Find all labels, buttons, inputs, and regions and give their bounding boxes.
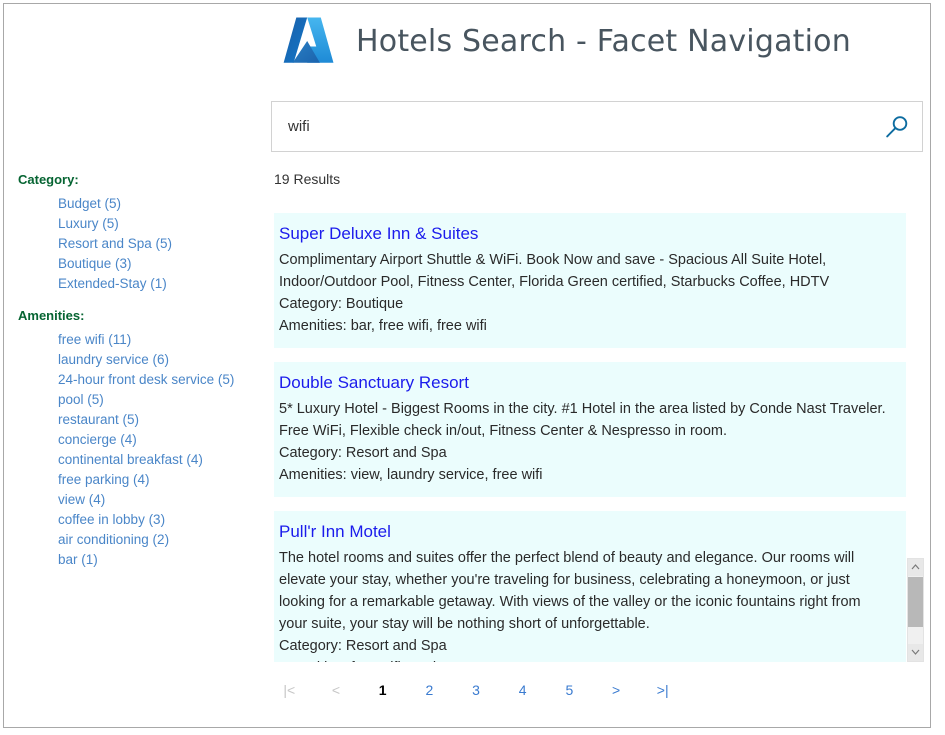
list-item: pool (5) [58,390,262,410]
result-title-link[interactable]: Pull'r Inn Motel [279,520,892,544]
facet-item-24-hour-front-desk-service[interactable]: 24-hour front desk service (5) [58,372,234,387]
result-card[interactable]: Super Deluxe Inn & Suites Complimentary … [274,213,906,348]
pagination-next[interactable]: > [593,680,640,700]
facet-item-laundry-service[interactable]: laundry service (6) [58,352,169,367]
results-scroll-region[interactable]: Super Deluxe Inn & Suites Complimentary … [274,213,906,662]
result-title-link[interactable]: Super Deluxe Inn & Suites [279,222,892,246]
pagination-last[interactable]: >| [639,680,686,700]
page-title: Hotels Search - Facet Navigation [356,24,851,59]
list-item: free wifi (11) [58,330,262,350]
facet-list-category: Budget (5) Luxury (5) Resort and Spa (5)… [18,194,262,294]
facet-item-bar[interactable]: bar (1) [58,552,98,567]
facet-item-restaurant[interactable]: restaurant (5) [58,412,139,427]
facet-item-extended-stay[interactable]: Extended-Stay (1) [58,276,167,291]
facet-list-amenities: free wifi (11) laundry service (6) 24-ho… [18,330,262,570]
list-item: restaurant (5) [58,410,262,430]
list-item: laundry service (6) [58,350,262,370]
pagination: |< < 1 2 3 4 5 > >| [266,680,686,700]
list-item: coffee in lobby (3) [58,510,262,530]
facet-item-resort-and-spa[interactable]: Resort and Spa (5) [58,236,172,251]
result-amenities: Amenities: free wifi, pool, restaurant [279,657,892,662]
list-item: Extended-Stay (1) [58,274,262,294]
facet-item-budget[interactable]: Budget (5) [58,196,121,211]
facet-group-amenities: Amenities: free wifi (11) laundry servic… [18,308,262,570]
list-item: free parking (4) [58,470,262,490]
pagination-page-2[interactable]: 2 [406,680,453,700]
result-category: Category: Resort and Spa [279,442,892,464]
chevron-down-icon [908,649,923,655]
list-item: Resort and Spa (5) [58,234,262,254]
facet-heading-category: Category: [18,172,262,188]
list-item: concierge (4) [58,430,262,450]
facet-item-free-wifi[interactable]: free wifi (11) [58,332,131,347]
facet-item-boutique[interactable]: Boutique (3) [58,256,132,271]
facet-navigation: Category: Budget (5) Luxury (5) Resort a… [18,172,262,584]
page-frame: Hotels Search - Facet Navigation 19 Resu… [3,3,931,728]
chevron-up-icon [908,564,923,570]
facet-item-coffee-in-lobby[interactable]: coffee in lobby (3) [58,512,165,527]
list-item: continental breakfast (4) [58,450,262,470]
azure-logo-icon [280,12,338,70]
facet-item-luxury[interactable]: Luxury (5) [58,216,119,231]
pagination-page-1: 1 [359,680,406,700]
result-title-link[interactable]: Double Sanctuary Resort [279,371,892,395]
app-header: Hotels Search - Facet Navigation [280,12,851,70]
list-item: Boutique (3) [58,254,262,274]
result-description: Complimentary Airport Shuttle & WiFi. Bo… [279,249,892,293]
result-category: Category: Boutique [279,293,892,315]
pagination-page-5[interactable]: 5 [546,680,593,700]
result-description: The hotel rooms and suites offer the per… [279,547,892,635]
result-amenities: Amenities: bar, free wifi, free wifi [279,315,892,337]
search-input[interactable] [272,102,872,151]
facet-item-air-conditioning[interactable]: air conditioning (2) [58,532,169,547]
pagination-first[interactable]: |< [266,680,313,700]
pagination-page-4[interactable]: 4 [499,680,546,700]
facet-item-view[interactable]: view (4) [58,492,105,507]
results-scrollbar[interactable] [907,558,924,662]
result-amenities: Amenities: view, laundry service, free w… [279,464,892,486]
facet-item-concierge[interactable]: concierge (4) [58,432,137,447]
result-description: 5* Luxury Hotel - Biggest Rooms in the c… [279,398,892,442]
scrollbar-down-button[interactable] [908,644,923,661]
facet-group-category: Category: Budget (5) Luxury (5) Resort a… [18,172,262,294]
list-item: view (4) [58,490,262,510]
scrollbar-up-button[interactable] [908,559,923,576]
pagination-page-3[interactable]: 3 [453,680,500,700]
pagination-prev[interactable]: < [313,680,360,700]
search-icon [884,114,910,140]
search-button[interactable] [872,102,922,151]
list-item: 24-hour front desk service (5) [58,370,262,390]
list-item: air conditioning (2) [58,530,262,550]
facet-item-pool[interactable]: pool (5) [58,392,104,407]
result-card[interactable]: Pull'r Inn Motel The hotel rooms and sui… [274,511,906,662]
list-item: bar (1) [58,550,262,570]
results-panel: Super Deluxe Inn & Suites Complimentary … [274,213,924,662]
result-category: Category: Resort and Spa [279,635,892,657]
search-bar [271,101,923,152]
result-card[interactable]: Double Sanctuary Resort 5* Luxury Hotel … [274,362,906,497]
results-count: 19 Results [274,171,340,187]
list-item: Budget (5) [58,194,262,214]
facet-item-continental-breakfast[interactable]: continental breakfast (4) [58,452,203,467]
facet-heading-amenities: Amenities: [18,308,262,324]
scrollbar-thumb[interactable] [908,577,923,627]
facet-item-free-parking[interactable]: free parking (4) [58,472,150,487]
list-item: Luxury (5) [58,214,262,234]
